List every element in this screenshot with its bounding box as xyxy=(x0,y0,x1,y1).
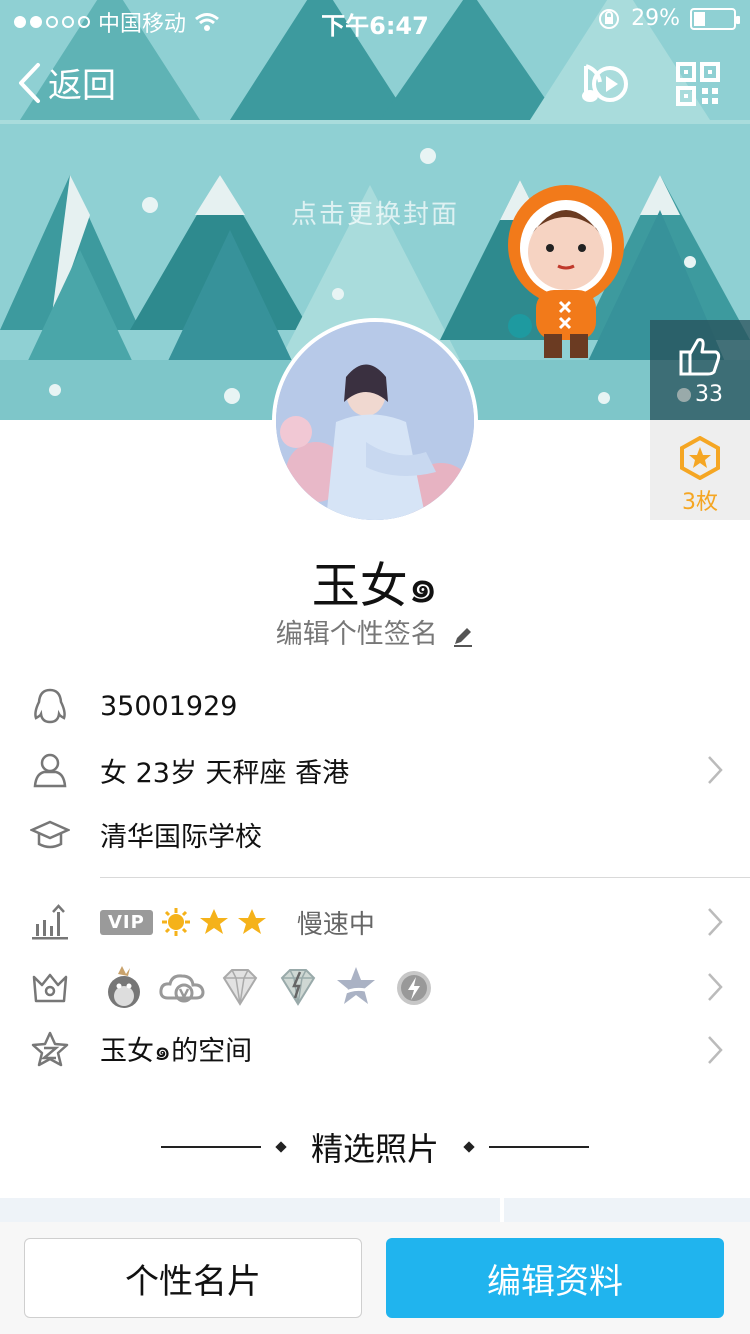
star-badge-icon xyxy=(337,967,375,1004)
medal-button[interactable]: 3枚 xyxy=(650,420,750,520)
school-name: 清华国际学校 xyxy=(100,821,262,853)
vip-badge: VIP xyxy=(100,909,153,935)
change-cover-hint[interactable]: 点击更换封面 xyxy=(0,194,750,231)
chevron-right-icon xyxy=(708,756,723,784)
speed-status: 慢速中 xyxy=(296,909,375,940)
back-label: 返回 xyxy=(48,66,116,106)
privileges-row[interactable] xyxy=(0,955,750,1019)
sun-level-icon xyxy=(161,908,190,936)
chevron-right-icon xyxy=(708,1036,723,1064)
bottom-action-bar: 个性名片 编辑资料 xyxy=(0,1222,750,1334)
section-title: 精选照片 xyxy=(310,1130,439,1168)
lightning-badge-icon xyxy=(397,971,431,1005)
edit-signature-link[interactable]: 编辑个性签名 xyxy=(0,612,750,651)
personal-info-row[interactable]: 女 23岁 天秤座 香港 xyxy=(0,738,750,802)
vip-level-row[interactable]: VIP 慢速中 xyxy=(0,890,750,954)
personal-info: 女 23岁 天秤座 香港 xyxy=(100,757,350,789)
cloud-v-badge-icon xyxy=(159,974,205,1003)
medal-count: 3枚 xyxy=(682,490,718,515)
star-level-icon xyxy=(237,909,266,934)
music-play-icon[interactable] xyxy=(578,60,630,108)
heading-diamond xyxy=(463,1141,475,1153)
qq-number: 35001929 xyxy=(100,690,238,722)
qzone-icon xyxy=(31,1031,69,1067)
like-button[interactable]: 33 xyxy=(650,320,750,420)
selected-photos-heading: 精选照片 xyxy=(0,1126,750,1168)
profile-card-button[interactable]: 个性名片 xyxy=(24,1238,362,1318)
heading-diamond xyxy=(275,1141,287,1153)
heading-rule xyxy=(489,1146,589,1148)
back-button[interactable]: 返回 xyxy=(16,58,116,107)
rotation-lock-icon xyxy=(599,8,620,29)
chevron-left-icon xyxy=(19,62,40,103)
chevron-right-icon xyxy=(708,908,723,936)
nav-bar: 返回 xyxy=(0,44,750,124)
battery-percent: 29% xyxy=(631,6,680,31)
crown-icon xyxy=(32,973,68,1003)
pencil-icon xyxy=(454,627,473,647)
like-count: 33 xyxy=(695,382,723,407)
level-chart-icon xyxy=(32,904,68,940)
school-row: 清华国际学校 xyxy=(0,802,750,866)
heading-rule xyxy=(160,1146,261,1148)
space-row[interactable]: 玉女๑的空间 xyxy=(0,1018,750,1082)
qr-code-icon[interactable] xyxy=(676,62,720,106)
qq-number-row: 35001929 xyxy=(0,674,750,738)
graduation-cap-icon xyxy=(30,820,70,849)
thumbs-up-icon xyxy=(679,338,721,376)
star-level-icon xyxy=(199,909,228,934)
space-link: 玉女๑的空间 xyxy=(100,1035,253,1067)
chevron-right-icon xyxy=(708,973,723,1001)
qq-penguin-badge-icon xyxy=(108,966,140,1008)
signature-label: 编辑个性签名 xyxy=(275,619,438,650)
penguin-icon xyxy=(34,688,66,724)
divider xyxy=(100,877,750,878)
avatar-photo xyxy=(276,322,474,520)
edit-profile-button[interactable]: 编辑资料 xyxy=(386,1238,724,1318)
avatar[interactable] xyxy=(272,318,478,524)
battery-icon xyxy=(690,7,740,30)
person-icon xyxy=(33,753,67,788)
like-indicator-dot xyxy=(677,387,691,402)
diamond-badge-icon xyxy=(222,969,258,1006)
medal-star-icon xyxy=(680,435,720,481)
green-diamond-badge-icon xyxy=(280,969,316,1006)
status-bar: 中国移动 下午6:47 29% xyxy=(0,0,750,40)
